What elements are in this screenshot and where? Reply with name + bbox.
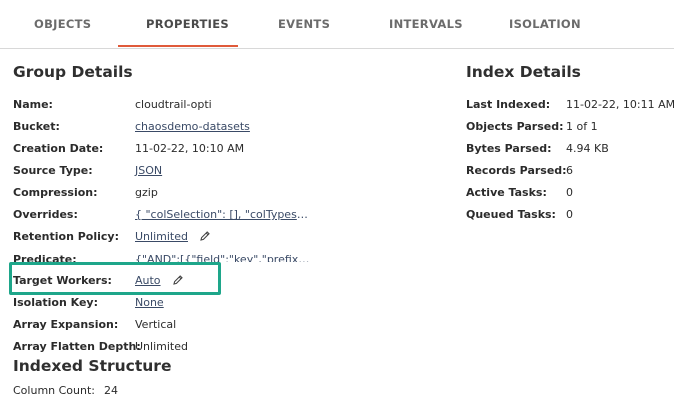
tab-events[interactable]: EVENTS (278, 17, 330, 31)
bucket-link[interactable]: chaosdemo-datasets (135, 120, 250, 133)
retention-policy-label: Retention Policy: (13, 230, 119, 243)
tab-intervals[interactable]: INTERVALS (389, 17, 463, 31)
index-details-title: Index Details (466, 63, 581, 81)
array-flatten-depth-label: Array Flatten Depth: (13, 340, 141, 353)
objects-parsed-label: Objects Parsed: (466, 120, 564, 133)
predicate-link[interactable]: {"AND":[{"field":"key","prefix":"clo... (135, 253, 311, 262)
predicate-row: Predicate: {"AND":[{"field":"key","prefi… (0, 251, 320, 262)
retention-policy-link[interactable]: Unlimited (135, 230, 188, 243)
overrides-label: Overrides: (13, 208, 78, 221)
array-expansion-label: Array Expansion: (13, 318, 119, 331)
active-tab-indicator (118, 45, 238, 47)
compression-label: Compression: (13, 186, 98, 199)
array-flatten-depth-value: Unlimited (135, 340, 188, 353)
column-count-value: 24 (104, 384, 118, 397)
tab-properties[interactable]: PROPERTIES (146, 17, 229, 31)
creation-date-value: 11-02-22, 10:10 AM (135, 142, 245, 155)
tab-isolation[interactable]: ISOLATION (509, 17, 581, 31)
column-count-label: Column Count: (13, 384, 95, 397)
target-workers-highlight-box (9, 262, 221, 295)
last-indexed-label: Last Indexed: (466, 98, 551, 111)
compression-value: gzip (135, 186, 158, 199)
bytes-parsed-value: 4.94 KB (566, 142, 609, 155)
name-label: Name: (13, 98, 53, 111)
indexed-structure-title: Indexed Structure (13, 357, 172, 375)
overrides-link[interactable]: { "colSelection": [], "colTypes": {... (135, 208, 311, 221)
active-tasks-label: Active Tasks: (466, 186, 547, 199)
bytes-parsed-label: Bytes Parsed: (466, 142, 552, 155)
edit-retention-pencil-icon[interactable] (199, 230, 211, 242)
tab-bar: OBJECTS PROPERTIES EVENTS INTERVALS ISOL… (0, 0, 674, 49)
group-details-title: Group Details (13, 63, 133, 81)
source-type-label: Source Type: (13, 164, 93, 177)
tab-objects[interactable]: OBJECTS (34, 17, 91, 31)
records-parsed-label: Records Parsed: (466, 164, 567, 177)
name-value: cloudtrail-opti (135, 98, 212, 111)
queued-tasks-value: 0 (566, 208, 573, 221)
source-type-link[interactable]: JSON (135, 164, 162, 177)
active-tasks-value: 0 (566, 186, 573, 199)
isolation-key-link[interactable]: None (135, 296, 164, 309)
queued-tasks-label: Queued Tasks: (466, 208, 556, 221)
array-expansion-value: Vertical (135, 318, 177, 331)
creation-date-label: Creation Date: (13, 142, 104, 155)
objects-parsed-value: 1 of 1 (566, 120, 598, 133)
predicate-label: Predicate: (13, 253, 77, 262)
records-parsed-value: 6 (566, 164, 573, 177)
last-indexed-value: 11-02-22, 10:11 AM (566, 98, 674, 111)
bucket-label: Bucket: (13, 120, 60, 133)
isolation-key-label: Isolation Key: (13, 296, 98, 309)
